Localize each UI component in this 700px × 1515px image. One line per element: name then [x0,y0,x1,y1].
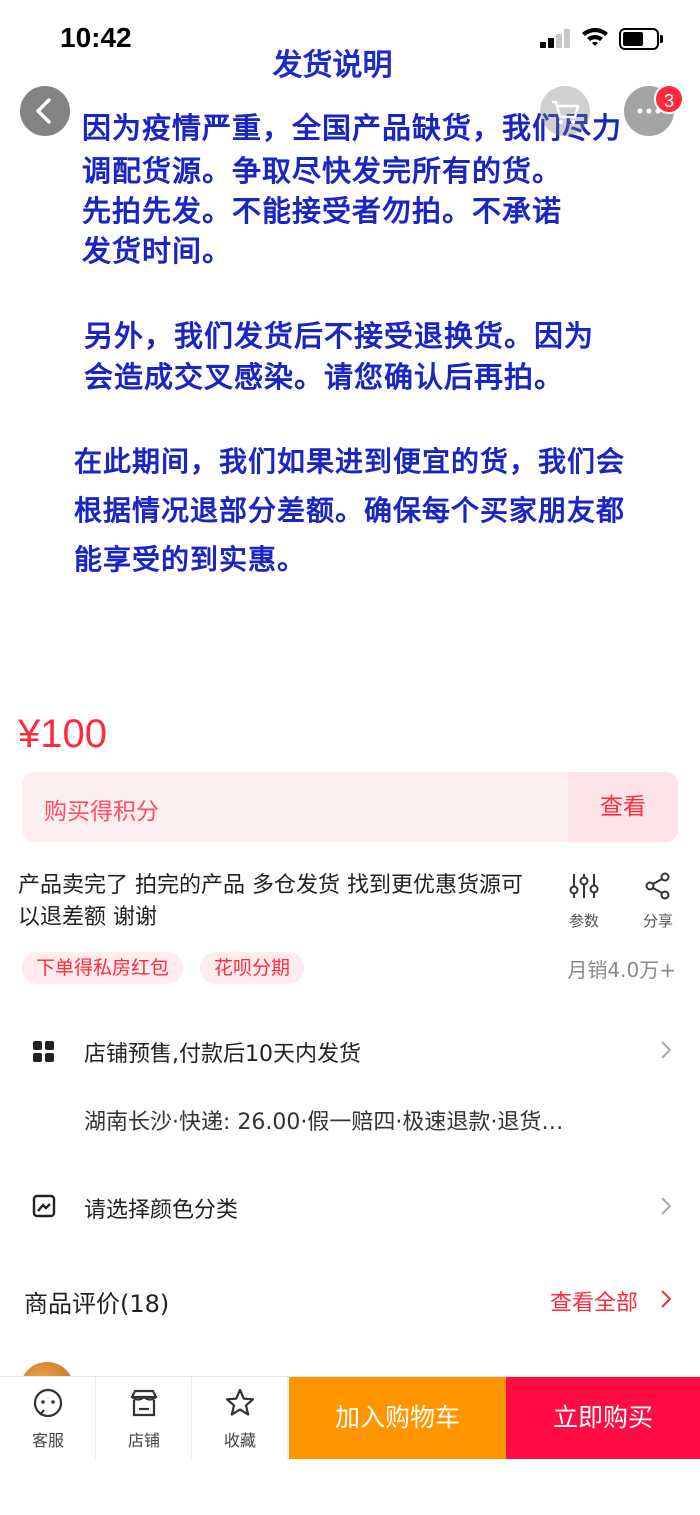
share-label: 分享 [642,912,673,930]
promo-tag-red-packet[interactable]: 下单得私房红包 [22,952,184,984]
battery-icon [619,28,663,50]
cart-button[interactable] [540,86,590,136]
presale-text: 店铺预售,付款后10天内发货 [84,1042,361,1067]
view-all-reviews-link[interactable]: 查看全部 [550,1285,672,1317]
promo-tag-installment[interactable]: 花呗分期 [200,952,305,984]
shipping-info-row[interactable]: 店铺预售,付款后10天内发货 湖南长沙·快递: 26.00·假一赔四·极速退款·… [0,1030,700,1170]
notice-line: 能享受的到实惠。 [74,543,307,576]
view-points-button[interactable]: 查看 [568,772,678,842]
grid-icon [33,1041,54,1062]
chevron-right-icon [661,1041,672,1059]
status-time: 10:42 [60,22,132,53]
params-label: 参数 [568,912,599,930]
service-label: 客服 [31,1431,64,1450]
shipping-text: 湖南长沙·快递: 26.00·假一赔四·极速退款·退货… [84,1110,564,1135]
add-to-cart-button[interactable]: 加入购物车 [289,1377,506,1459]
star-icon [225,1388,255,1416]
spec-select-row[interactable]: 请选择颜色分类 [0,1186,700,1230]
chevron-right-icon [661,1290,672,1308]
share-button[interactable]: 分享 [628,872,688,931]
back-button[interactable] [20,86,70,136]
favorite-label: 收藏 [223,1431,256,1450]
notice-line: 会造成交叉感染。请您确认后再拍。 [84,360,565,394]
shop-button[interactable]: 店铺 [96,1377,192,1459]
share-icon [645,872,670,900]
store-icon [130,1389,158,1417]
notice-line: 另外，我们发货后不接受退换货。因为 [84,319,595,353]
params-button[interactable]: 参数 [554,872,614,931]
chevron-left-icon [36,98,51,124]
view-all-label: 查看全部 [550,1291,639,1316]
notice-line: 调配货源。争取尽快发完所有的货。 [82,154,563,188]
wifi-icon [582,27,608,46]
notification-badge: 3 [654,84,684,114]
notice-line: 先拍先发。不能接受者勿拍。不承诺 [82,194,563,228]
image-select-icon [32,1194,56,1218]
points-banner[interactable]: 购买得积分 查看 [22,772,678,842]
product-price: ¥100 [18,712,107,756]
chevron-right-icon [661,1197,672,1215]
buy-now-button[interactable]: 立即购买 [506,1377,700,1459]
product-title: 产品卖完了 拍完的产品 多仓发货 找到更优惠货源可以退差额 谢谢 [18,873,523,930]
shop-label: 店铺 [127,1431,160,1450]
customer-service-button[interactable]: 客服 [0,1377,96,1459]
chat-face-icon [33,1388,63,1418]
signal-icon [540,28,574,48]
points-label: 购买得积分 [44,799,159,825]
sliders-icon [569,874,599,898]
reviews-title: 商品评价(18) [24,1290,170,1318]
bottom-action-bar: 客服 店铺 收藏 加入购物车 立即购买 [0,1376,700,1459]
product-image[interactable]: 发货说明 因为疫情严重，全国产品缺货，我们尽力 调配货源。争取尽快发完所有的货。… [0,0,700,700]
status-bar: 10:42 [0,0,700,80]
notice-line: 发货时间。 [82,234,233,268]
monthly-sales: 月销4.0万+ [567,958,676,982]
spec-text: 请选择颜色分类 [84,1198,239,1223]
favorite-button[interactable]: 收藏 [192,1377,288,1459]
notice-line: 在此期间，我们如果进到便宜的货，我们会 [74,445,626,478]
cart-icon [552,100,580,124]
notice-line: 根据情况退部分差额。确保每个买家朋友都 [74,494,626,527]
